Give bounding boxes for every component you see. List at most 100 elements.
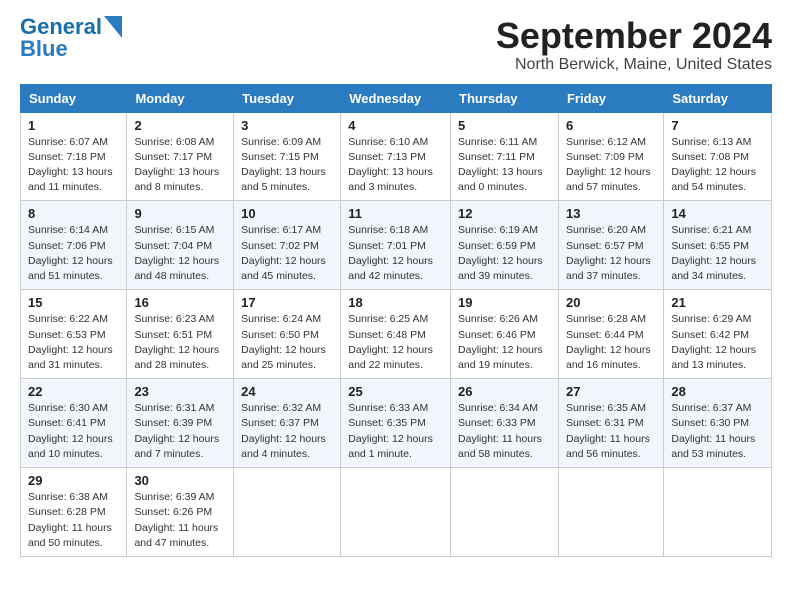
calendar-cell: 13 Sunrise: 6:20 AMSunset: 6:57 PMDayligh… [558, 201, 663, 290]
day-number: 12 [458, 206, 551, 221]
calendar-header-row: SundayMondayTuesdayWednesdayThursdayFrid… [21, 84, 772, 112]
title-area: September 2024 North Berwick, Maine, Uni… [496, 16, 772, 74]
calendar-cell: 1Sunrise: 6:07 AMSunset: 7:18 PMDaylight… [21, 112, 127, 201]
calendar-cell: 5 Sunrise: 6:11 AMSunset: 7:11 PMDaylight… [451, 112, 559, 201]
logo-text: General [20, 16, 102, 38]
day-detail: Sunrise: 6:25 AMSunset: 6:48 PMDaylight:… [348, 312, 443, 373]
calendar-cell: 23Sunrise: 6:31 AMSunset: 6:39 PMDayligh… [127, 379, 234, 468]
calendar-cell: 7 Sunrise: 6:13 AMSunset: 7:08 PMDaylight… [664, 112, 772, 201]
logo-arrow-icon [104, 16, 122, 38]
weekday-header-thursday: Thursday [451, 84, 559, 112]
day-detail: Sunrise: 6:21 AMSunset: 6:55 PMDaylight:… [671, 223, 764, 284]
day-detail: Sunrise: 6:33 AMSunset: 6:35 PMDaylight:… [348, 401, 443, 462]
day-number: 8 [28, 206, 119, 221]
calendar-cell: 6Sunrise: 6:12 AMSunset: 7:09 PMDaylight… [558, 112, 663, 201]
calendar-cell: 14 Sunrise: 6:21 AMSunset: 6:55 PMDayligh… [664, 201, 772, 290]
day-detail: Sunrise: 6:22 AMSunset: 6:53 PMDaylight:… [28, 312, 119, 373]
calendar-week-row: 29Sunrise: 6:38 AMSunset: 6:28 PMDayligh… [21, 468, 772, 557]
calendar-cell [234, 468, 341, 557]
calendar-cell: 30 Sunrise: 6:39 AMSunset: 6:26 PMDayligh… [127, 468, 234, 557]
day-detail: Sunrise: 6:29 AMSunset: 6:42 PMDaylight:… [671, 312, 764, 373]
calendar-cell: 12 Sunrise: 6:19 AMSunset: 6:59 PMDayligh… [451, 201, 559, 290]
weekday-header-wednesday: Wednesday [341, 84, 451, 112]
calendar-cell: 18 Sunrise: 6:25 AMSunset: 6:48 PMDayligh… [341, 290, 451, 379]
calendar-week-row: 22Sunrise: 6:30 AMSunset: 6:41 PMDayligh… [21, 379, 772, 468]
day-detail: Sunrise: 6:35 AMSunset: 6:31 PMDaylight:… [566, 401, 656, 462]
calendar-cell: 28Sunrise: 6:37 AMSunset: 6:30 PMDayligh… [664, 379, 772, 468]
logo-blue-text: Blue [20, 38, 68, 60]
day-detail: Sunrise: 6:13 AMSunset: 7:08 PMDaylight:… [671, 135, 764, 196]
day-number: 14 [671, 206, 764, 221]
day-number: 20 [566, 295, 656, 310]
calendar-cell: 27 Sunrise: 6:35 AMSunset: 6:31 PMDayligh… [558, 379, 663, 468]
calendar-cell [341, 468, 451, 557]
calendar-cell [558, 468, 663, 557]
day-number: 27 [566, 384, 656, 399]
day-detail: Sunrise: 6:39 AMSunset: 6:26 PMDaylight:… [134, 490, 226, 551]
weekday-header-friday: Friday [558, 84, 663, 112]
day-detail: Sunrise: 6:11 AMSunset: 7:11 PMDaylight:… [458, 135, 551, 196]
day-number: 28 [671, 384, 764, 399]
logo: General Blue [20, 16, 122, 60]
day-detail: Sunrise: 6:24 AMSunset: 6:50 PMDaylight:… [241, 312, 333, 373]
day-number: 18 [348, 295, 443, 310]
page-header: General Blue September 2024 North Berwic… [20, 16, 772, 74]
calendar-cell [451, 468, 559, 557]
day-number: 22 [28, 384, 119, 399]
day-number: 10 [241, 206, 333, 221]
day-detail: Sunrise: 6:07 AMSunset: 7:18 PMDaylight:… [28, 135, 119, 196]
calendar-cell: 10 Sunrise: 6:17 AMSunset: 7:02 PMDayligh… [234, 201, 341, 290]
day-number: 3 [241, 118, 333, 133]
calendar-cell: 4 Sunrise: 6:10 AMSunset: 7:13 PMDaylight… [341, 112, 451, 201]
day-number: 13 [566, 206, 656, 221]
calendar-table: SundayMondayTuesdayWednesdayThursdayFrid… [20, 84, 772, 557]
calendar-cell: 3 Sunrise: 6:09 AMSunset: 7:15 PMDaylight… [234, 112, 341, 201]
day-detail: Sunrise: 6:20 AMSunset: 6:57 PMDaylight:… [566, 223, 656, 284]
day-number: 4 [348, 118, 443, 133]
day-detail: Sunrise: 6:10 AMSunset: 7:13 PMDaylight:… [348, 135, 443, 196]
calendar-cell: 9Sunrise: 6:15 AMSunset: 7:04 PMDaylight… [127, 201, 234, 290]
calendar-week-row: 15 Sunrise: 6:22 AMSunset: 6:53 PMDayligh… [21, 290, 772, 379]
day-detail: Sunrise: 6:34 AMSunset: 6:33 PMDaylight:… [458, 401, 551, 462]
day-number: 17 [241, 295, 333, 310]
calendar-week-row: 1Sunrise: 6:07 AMSunset: 7:18 PMDaylight… [21, 112, 772, 201]
location-title: North Berwick, Maine, United States [496, 56, 772, 74]
day-detail: Sunrise: 6:08 AMSunset: 7:17 PMDaylight:… [134, 135, 226, 196]
day-number: 5 [458, 118, 551, 133]
calendar-week-row: 8 Sunrise: 6:14 AMSunset: 7:06 PMDaylight… [21, 201, 772, 290]
calendar-cell: 2 Sunrise: 6:08 AMSunset: 7:17 PMDaylight… [127, 112, 234, 201]
calendar-cell: 20 Sunrise: 6:28 AMSunset: 6:44 PMDayligh… [558, 290, 663, 379]
day-detail: Sunrise: 6:14 AMSunset: 7:06 PMDaylight:… [28, 223, 119, 284]
day-number: 15 [28, 295, 119, 310]
day-number: 2 [134, 118, 226, 133]
calendar-cell: 26Sunrise: 6:34 AMSunset: 6:33 PMDayligh… [451, 379, 559, 468]
calendar-cell: 22Sunrise: 6:30 AMSunset: 6:41 PMDayligh… [21, 379, 127, 468]
day-number: 7 [671, 118, 764, 133]
day-detail: Sunrise: 6:19 AMSunset: 6:59 PMDaylight:… [458, 223, 551, 284]
calendar-cell: 21Sunrise: 6:29 AMSunset: 6:42 PMDayligh… [664, 290, 772, 379]
calendar-cell: 19Sunrise: 6:26 AMSunset: 6:46 PMDayligh… [451, 290, 559, 379]
day-number: 19 [458, 295, 551, 310]
day-number: 6 [566, 118, 656, 133]
day-detail: Sunrise: 6:28 AMSunset: 6:44 PMDaylight:… [566, 312, 656, 373]
day-detail: Sunrise: 6:17 AMSunset: 7:02 PMDaylight:… [241, 223, 333, 284]
calendar-cell [664, 468, 772, 557]
calendar-body: 1Sunrise: 6:07 AMSunset: 7:18 PMDaylight… [21, 112, 772, 556]
calendar-cell: 29Sunrise: 6:38 AMSunset: 6:28 PMDayligh… [21, 468, 127, 557]
day-detail: Sunrise: 6:38 AMSunset: 6:28 PMDaylight:… [28, 490, 119, 551]
calendar-cell: 25Sunrise: 6:33 AMSunset: 6:35 PMDayligh… [341, 379, 451, 468]
weekday-header-tuesday: Tuesday [234, 84, 341, 112]
calendar-cell: 16 Sunrise: 6:23 AMSunset: 6:51 PMDayligh… [127, 290, 234, 379]
day-detail: Sunrise: 6:09 AMSunset: 7:15 PMDaylight:… [241, 135, 333, 196]
day-detail: Sunrise: 6:32 AMSunset: 6:37 PMDaylight:… [241, 401, 333, 462]
day-number: 16 [134, 295, 226, 310]
calendar-cell: 8 Sunrise: 6:14 AMSunset: 7:06 PMDaylight… [21, 201, 127, 290]
day-number: 11 [348, 206, 443, 221]
month-title: September 2024 [496, 16, 772, 56]
day-detail: Sunrise: 6:23 AMSunset: 6:51 PMDaylight:… [134, 312, 226, 373]
day-detail: Sunrise: 6:15 AMSunset: 7:04 PMDaylight:… [134, 223, 226, 284]
calendar-cell: 15 Sunrise: 6:22 AMSunset: 6:53 PMDayligh… [21, 290, 127, 379]
weekday-header-sunday: Sunday [21, 84, 127, 112]
day-number: 30 [134, 473, 226, 488]
day-number: 23 [134, 384, 226, 399]
